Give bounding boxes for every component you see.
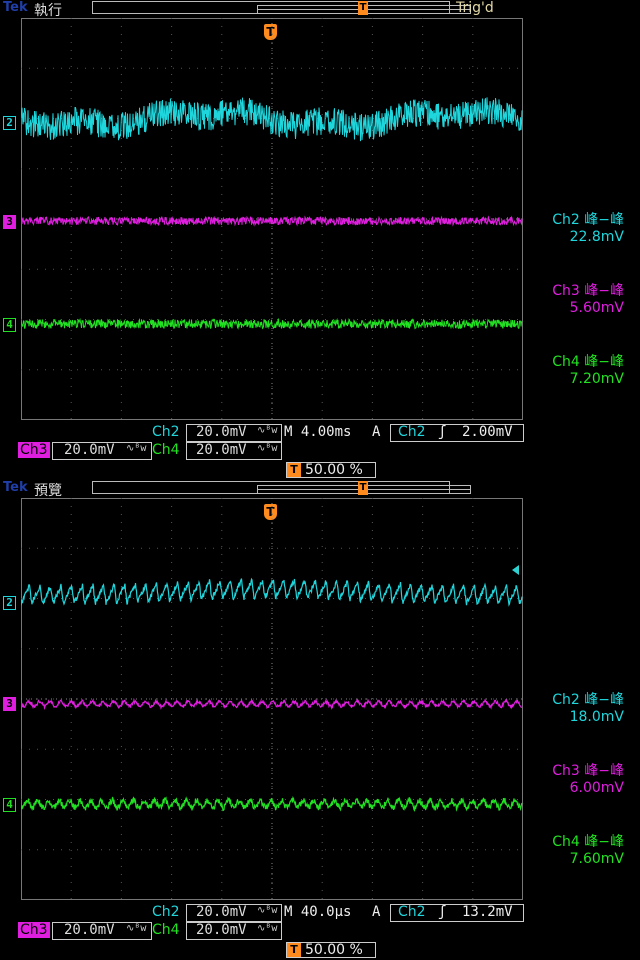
ch2-marker[interactable]: 2 xyxy=(3,596,16,610)
scope-screen-1: Tek 執行 T Trig'd T 2 3 4 Ch2 峰−峰 22.8mV Ch… xyxy=(0,0,640,480)
ch3-scale: 20.0mV xyxy=(64,922,115,938)
measurement-ch2: Ch2 峰−峰 18.0mV xyxy=(552,692,624,725)
trigger-position-icon: T xyxy=(358,1,368,15)
trigger-position-icon: T xyxy=(358,481,368,495)
measurement-ch4: Ch4 峰−峰 7.20mV xyxy=(552,354,624,387)
ch3-label[interactable]: Ch3 xyxy=(18,442,50,458)
ch4-marker[interactable]: 4 xyxy=(3,798,16,812)
measurement-ch3: Ch3 峰−峰 5.60mV xyxy=(552,283,624,316)
grid-lines xyxy=(21,498,523,900)
ch2-marker[interactable]: 2 xyxy=(3,116,16,130)
trigger-source: Ch2 xyxy=(398,904,426,920)
ch4-trace xyxy=(21,317,523,330)
ch4-label[interactable]: Ch4 xyxy=(150,442,182,458)
bw-limit-icon: ∿ᴮw xyxy=(257,905,278,916)
bw-limit-icon: ∿ᴮw xyxy=(257,923,278,934)
rising-edge-icon: ʃ xyxy=(438,904,447,920)
bw-limit-icon: ∿ᴮw xyxy=(126,443,147,454)
trigger-position: T 50.00 % xyxy=(286,942,376,958)
measurement-ch2: Ch2 峰−峰 22.8mV xyxy=(552,212,624,245)
ch4-scale: 20.0mV xyxy=(196,442,247,458)
bw-limit-icon: ∿ᴮw xyxy=(257,443,278,454)
ch2-label[interactable]: Ch2 xyxy=(150,904,182,920)
brand-logo: Tek xyxy=(3,0,28,15)
trigger-mode: A xyxy=(372,424,381,440)
measurement-ch3: Ch3 峰−峰 6.00mV xyxy=(552,763,624,796)
rising-edge-icon: ʃ xyxy=(438,424,447,440)
ch4-label[interactable]: Ch4 xyxy=(150,922,182,938)
ch2-scale: 20.0mV xyxy=(196,424,247,440)
T-trigger-icon: T xyxy=(287,463,301,477)
ch2-scale: 20.0mV xyxy=(196,904,247,920)
top-bar: Tek 預覽 T xyxy=(0,480,640,499)
graticule xyxy=(21,498,523,900)
ch3-marker[interactable]: 3 xyxy=(3,215,16,229)
brand-logo: Tek xyxy=(3,480,28,495)
trigger-level-arrow-icon[interactable] xyxy=(512,565,519,575)
scope-screen-2: Tek 預覽 T T 2 3 4 Ch2 峰−峰 18.0mV Ch3 峰−峰 6.… xyxy=(0,480,640,960)
ch3-scale: 20.0mV xyxy=(64,442,115,458)
ch4-marker[interactable]: 4 xyxy=(3,318,16,332)
acquisition-status: 預覽 xyxy=(34,483,62,499)
ch3-label[interactable]: Ch3 xyxy=(18,922,50,938)
graticule xyxy=(21,18,523,420)
grid-lines xyxy=(21,18,523,420)
ch2-trace xyxy=(21,577,523,607)
record-bar: T xyxy=(92,481,471,495)
trigger-position: T 50.00 % xyxy=(286,462,376,478)
ch2-label[interactable]: Ch2 xyxy=(150,424,182,440)
trigger-level: 2.00mV xyxy=(462,424,513,440)
measurement-ch4: Ch4 峰−峰 7.60mV xyxy=(552,834,624,867)
record-bar: T xyxy=(92,1,471,15)
T-trigger-icon: T xyxy=(287,943,301,957)
trigger-state: Trig'd xyxy=(456,0,494,16)
ch3-marker[interactable]: 3 xyxy=(3,697,16,711)
timebase: M 4.00ms xyxy=(284,424,352,440)
bw-limit-icon: ∿ᴮw xyxy=(257,425,278,436)
trigger-mode: A xyxy=(372,904,381,920)
top-bar: Tek 執行 T Trig'd xyxy=(0,0,640,19)
trigger-source: Ch2 xyxy=(398,424,426,440)
ch4-scale: 20.0mV xyxy=(196,922,247,938)
acquisition-status: 執行 xyxy=(34,3,62,19)
trigger-level: 13.2mV xyxy=(462,904,513,920)
bw-limit-icon: ∿ᴮw xyxy=(126,923,147,934)
timebase: M 40.0µs xyxy=(284,904,352,920)
